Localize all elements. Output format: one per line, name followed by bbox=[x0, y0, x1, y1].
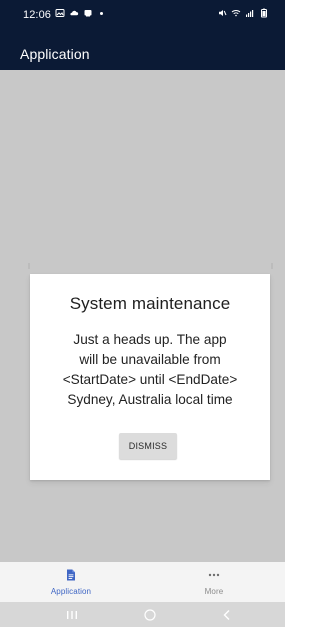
status-time: 12:06 bbox=[23, 9, 52, 21]
dialog-title: System maintenance bbox=[69, 294, 231, 313]
nav-label-more: More bbox=[204, 587, 224, 596]
status-right-icons bbox=[217, 8, 269, 18]
wifi-icon bbox=[231, 10, 241, 17]
nav-item-more[interactable]: More bbox=[143, 562, 285, 602]
battery-icon bbox=[261, 8, 267, 18]
app-title: Application bbox=[20, 46, 90, 62]
modal-overlay: System maintenance Just a heads up. The … bbox=[0, 70, 285, 562]
dialog-line-4: Sydney, Australia local time bbox=[67, 392, 233, 407]
recents-icon[interactable] bbox=[64, 607, 80, 623]
dot-icon bbox=[100, 11, 103, 15]
dialog-line-3: <StartDate> until <EndDate> bbox=[62, 372, 238, 387]
dialog-line-2: will be unavailable from bbox=[79, 352, 221, 367]
nav-label-application: Application bbox=[50, 587, 92, 596]
app-bar: Application bbox=[0, 38, 285, 70]
nav-item-application[interactable]: Application bbox=[0, 562, 142, 602]
bottom-navigation: Application More bbox=[0, 562, 285, 602]
mute-icon bbox=[219, 10, 227, 16]
status-bar: 12:06 bbox=[0, 0, 285, 38]
dismiss-button[interactable]: DISMISS bbox=[119, 433, 177, 459]
document-icon bbox=[64, 568, 78, 582]
more-icon bbox=[207, 568, 221, 582]
back-icon[interactable] bbox=[219, 607, 235, 623]
dialog-message: Just a heads up. The app will be unavail… bbox=[47, 330, 253, 410]
system-navigation-bar bbox=[0, 602, 285, 627]
home-icon[interactable] bbox=[142, 607, 158, 623]
dialog-line-1: Just a heads up. The app bbox=[73, 332, 227, 347]
notification-icon bbox=[84, 10, 92, 17]
mobile-screen: 12:06 Application System maintenance Jus… bbox=[0, 0, 285, 627]
signal-icon bbox=[246, 10, 254, 17]
status-left-icons bbox=[55, 8, 103, 18]
image-icon bbox=[55, 9, 65, 17]
cloud-icon bbox=[70, 10, 79, 16]
maintenance-dialog: System maintenance Just a heads up. The … bbox=[30, 274, 270, 480]
